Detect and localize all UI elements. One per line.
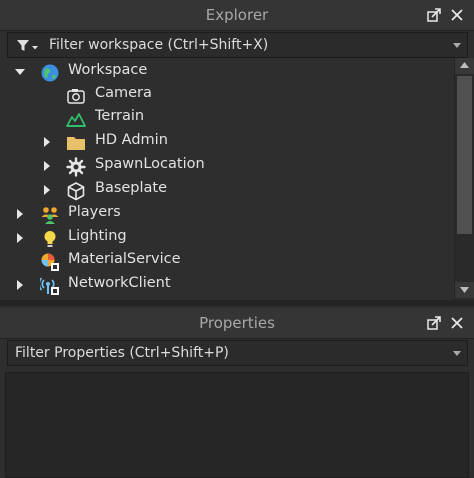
lightbulb-icon xyxy=(44,231,56,247)
tree-item-workspace[interactable]: Workspace xyxy=(0,60,454,84)
properties-title: Properties xyxy=(199,314,275,332)
collapsed-arrow-icon[interactable] xyxy=(14,208,26,220)
collapsed-arrow-icon[interactable] xyxy=(41,136,53,148)
explorer-title: Explorer xyxy=(205,6,269,24)
properties-header: Properties xyxy=(0,308,474,339)
tree-item-label: Camera xyxy=(95,85,152,101)
tree-item-label: MaterialService xyxy=(68,251,181,267)
spawn-gear-icon xyxy=(66,157,86,177)
explorer-header: Explorer xyxy=(0,0,474,31)
scroll-up-icon xyxy=(460,62,469,68)
collapsed-arrow-icon[interactable] xyxy=(41,160,53,172)
properties-filter-input[interactable]: Filter Properties (Ctrl+Shift+P) xyxy=(7,340,468,366)
workspace-globe-icon xyxy=(41,64,59,82)
tree-item-label: SpawnLocation xyxy=(95,156,205,172)
panel-divider[interactable] xyxy=(0,300,474,306)
filter-funnel-icon[interactable] xyxy=(16,39,40,53)
properties-list xyxy=(5,372,469,478)
undock-icon[interactable] xyxy=(425,6,443,24)
tree-item-players[interactable]: Players xyxy=(0,202,454,226)
camera-icon xyxy=(67,89,85,104)
tree-item-lighting[interactable]: Lighting xyxy=(0,226,454,250)
properties-filter-placeholder: Filter Properties (Ctrl+Shift+P) xyxy=(15,345,229,361)
scroll-up-button[interactable] xyxy=(455,58,474,74)
explorer-filter-input[interactable]: Filter workspace (Ctrl+Shift+X) xyxy=(7,32,468,58)
scroll-down-icon xyxy=(460,287,469,293)
chevron-down-icon[interactable] xyxy=(453,43,461,48)
material-service-icon xyxy=(41,253,59,271)
scroll-down-button[interactable] xyxy=(455,282,474,298)
part-cube-icon xyxy=(67,182,85,201)
tree-item-label: NetworkClient xyxy=(68,275,171,291)
tree-item-label: Workspace xyxy=(68,62,148,78)
tree-item-label: Players xyxy=(68,204,121,220)
close-icon[interactable] xyxy=(448,6,466,24)
explorer-tree: Workspace Camera Terrain HD Admin SpawnL… xyxy=(0,58,454,298)
tree-item-label: Terrain xyxy=(95,108,145,124)
scrollbar-thumb[interactable] xyxy=(457,76,472,234)
network-client-icon xyxy=(40,277,59,295)
tree-item-materialservice[interactable]: MaterialService xyxy=(0,249,454,273)
tree-item-terrain[interactable]: Terrain xyxy=(0,106,454,130)
undock-icon[interactable] xyxy=(425,314,443,332)
tree-item-hd-admin[interactable]: HD Admin xyxy=(0,130,454,154)
tree-item-camera[interactable]: Camera xyxy=(0,83,454,107)
folder-icon xyxy=(67,137,85,150)
collapsed-arrow-icon[interactable] xyxy=(14,232,26,244)
expanded-arrow-icon[interactable] xyxy=(14,66,26,78)
explorer-filter-placeholder: Filter workspace (Ctrl+Shift+X) xyxy=(49,37,269,53)
chevron-down-icon[interactable] xyxy=(453,351,461,356)
players-icon xyxy=(41,207,59,224)
tree-item-networkclient[interactable]: NetworkClient xyxy=(0,273,454,297)
tree-item-label: Lighting xyxy=(68,228,127,244)
explorer-scrollbar[interactable] xyxy=(454,58,474,300)
tree-item-spawnlocation[interactable]: SpawnLocation xyxy=(0,154,454,178)
terrain-icon xyxy=(66,113,86,127)
collapsed-arrow-icon[interactable] xyxy=(14,279,26,291)
tree-item-baseplate[interactable]: Baseplate xyxy=(0,178,454,202)
tree-item-label: HD Admin xyxy=(95,132,168,148)
tree-item-label: Baseplate xyxy=(95,180,168,196)
close-icon[interactable] xyxy=(448,314,466,332)
collapsed-arrow-icon[interactable] xyxy=(41,184,53,196)
